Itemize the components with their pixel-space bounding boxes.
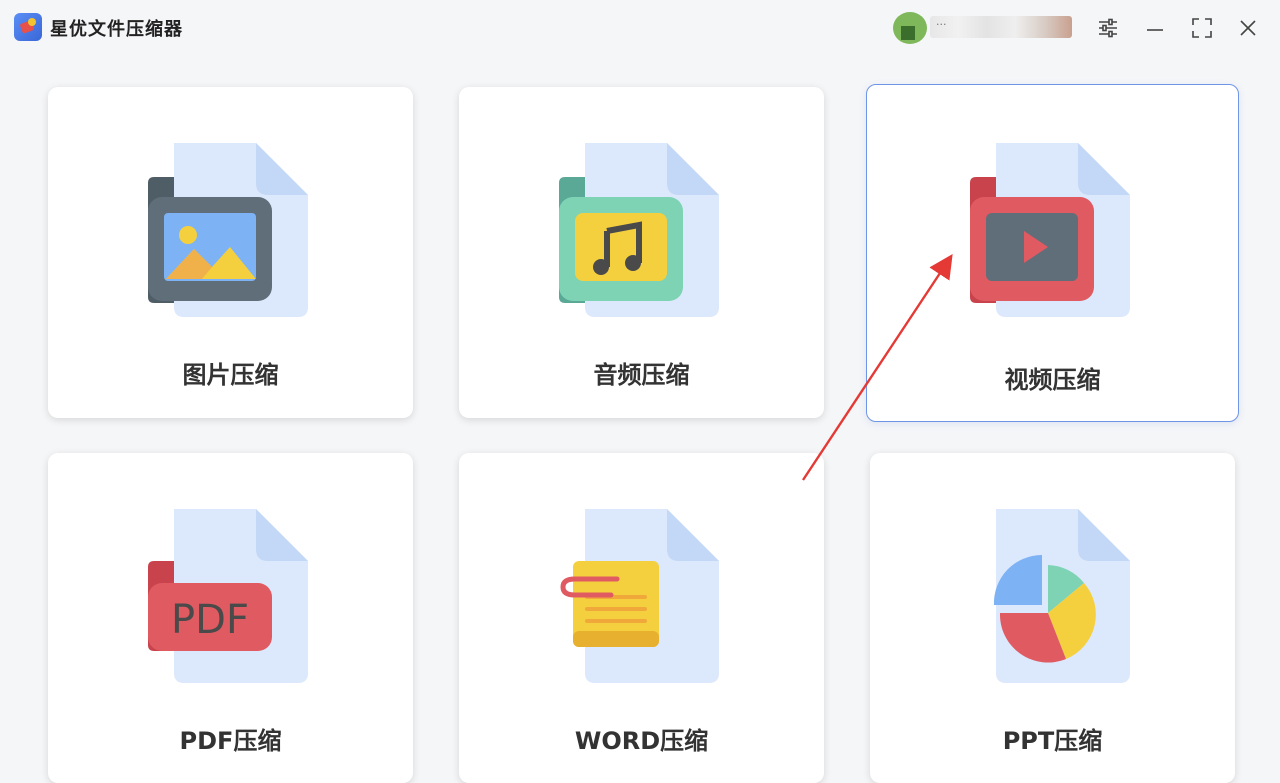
ppt-file-icon: [993, 509, 1130, 683]
ppt-compress-card[interactable]: PPT压缩: [870, 453, 1235, 783]
card-label: PDF压缩: [179, 727, 282, 755]
sliders-icon: [1099, 18, 1117, 38]
app-title: 星优文件压缩器: [50, 19, 183, 40]
user-avatar[interactable]: [893, 12, 927, 44]
user-name[interactable]: ···: [930, 16, 1072, 38]
image-file-icon: [147, 143, 308, 317]
pdf-compress-card[interactable]: PDF PDF压缩: [48, 453, 413, 783]
video-file-icon: [969, 143, 1130, 317]
close-icon: [1240, 20, 1256, 36]
pdf-icon-text: PDF: [171, 597, 249, 643]
video-compress-card[interactable]: 视频压缩: [866, 84, 1239, 422]
audio-file-icon: [558, 143, 719, 317]
audio-compress-card[interactable]: 音频压缩: [459, 87, 824, 418]
word-compress-card[interactable]: WORD压缩: [459, 453, 824, 783]
card-label: PPT压缩: [1002, 727, 1103, 755]
settings-button[interactable]: [1094, 14, 1122, 42]
card-label: 音频压缩: [593, 361, 690, 389]
user-name-text: ···: [936, 18, 947, 31]
maximize-button[interactable]: [1188, 14, 1216, 42]
word-file-icon: [559, 509, 719, 683]
title-bar: 星优文件压缩器 ···: [0, 0, 1280, 56]
image-compress-card[interactable]: 图片压缩: [48, 87, 413, 418]
minimize-icon: [1147, 29, 1163, 31]
card-label: 视频压缩: [1004, 366, 1101, 394]
close-button[interactable]: [1234, 14, 1262, 42]
pdf-file-icon: PDF: [147, 509, 308, 683]
card-label: WORD压缩: [574, 727, 709, 755]
maximize-icon: [1192, 18, 1212, 38]
app-logo-icon: [14, 13, 42, 41]
minimize-button[interactable]: [1141, 14, 1169, 42]
card-label: 图片压缩: [182, 361, 279, 389]
